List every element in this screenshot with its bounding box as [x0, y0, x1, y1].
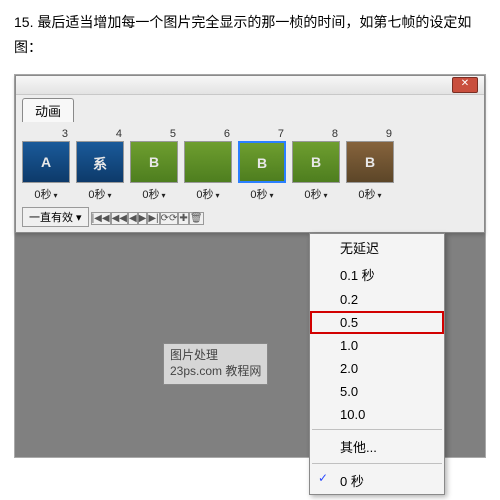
menu-separator — [312, 463, 442, 464]
thumb-letter: B — [240, 143, 284, 171]
menu-item[interactable]: 5.0 — [310, 380, 444, 403]
frame-number: 3 — [22, 128, 70, 140]
menu-item-label: 0.2 — [340, 292, 358, 307]
chevron-down-icon: ▾ — [270, 191, 274, 200]
check-icon: ✓ — [318, 471, 328, 485]
frame-6[interactable]: 6 0秒▾ — [184, 128, 232, 202]
control-button-7[interactable]: 🗑 — [189, 212, 204, 225]
chevron-down-icon: ▾ — [108, 191, 112, 200]
controls-bar: 一直有效 ▾ |◀◀◀◀◀▶▶|⟳⟳✚🗑 — [16, 204, 484, 232]
watermark: 图片处理 23ps.com 教程网 — [163, 343, 268, 384]
frame-delay[interactable]: 0秒▾ — [130, 186, 178, 202]
menu-item[interactable]: 0.1 秒 — [310, 261, 444, 288]
menu-item[interactable]: 无延迟 — [310, 234, 444, 261]
chevron-down-icon: ▾ — [54, 191, 58, 200]
thumb-letter: B — [293, 142, 339, 170]
menu-item[interactable]: 1.0 — [310, 334, 444, 357]
frame-delay[interactable]: 0秒▾ — [238, 186, 286, 202]
control-button-6[interactable]: ✚ — [178, 212, 188, 225]
menu-item[interactable]: 0.5 — [310, 311, 444, 334]
frame-thumbnail[interactable] — [184, 141, 232, 183]
frame-delay[interactable]: 0秒▾ — [184, 186, 232, 202]
frame-9[interactable]: 9 B 0秒▾ — [346, 128, 394, 202]
chevron-down-icon: ▾ — [324, 191, 328, 200]
frame-4[interactable]: 4 系 0秒▾ — [76, 128, 124, 202]
control-button-5[interactable]: ⟳⟳ — [160, 212, 179, 225]
chevron-down-icon: ▾ — [162, 191, 166, 200]
animation-panel: ✕ 动画 3A0秒▾4系0秒▾5B0秒▾60秒▾7B0秒▾8B0秒▾9B0秒▾ … — [15, 75, 485, 233]
tab-row: 动画 — [16, 95, 484, 122]
thumb-letter: 系 — [77, 142, 123, 174]
menu-item[interactable]: 10.0 — [310, 403, 444, 426]
control-button-4[interactable]: ▶| — [147, 212, 159, 225]
watermark-line2: 23ps.com 教程网 — [170, 364, 261, 378]
frame-thumbnail[interactable]: B — [238, 141, 286, 183]
thumb-letter: B — [131, 142, 177, 170]
close-button[interactable]: ✕ — [452, 77, 478, 93]
frame-thumbnail[interactable]: 系 — [76, 141, 124, 183]
frame-number: 8 — [292, 128, 340, 140]
menu-item-label: 5.0 — [340, 384, 358, 399]
frame-thumbnail[interactable]: B — [346, 141, 394, 183]
chevron-down-icon: ▾ — [378, 191, 382, 200]
control-button-3[interactable]: ▶ — [138, 212, 148, 225]
frame-7[interactable]: 7 B 0秒▾ — [238, 128, 286, 202]
loop-dropdown[interactable]: 一直有效 ▾ — [22, 207, 89, 227]
menu-item-label: 0.5 — [340, 315, 358, 330]
frame-delay[interactable]: 0秒▾ — [292, 186, 340, 202]
menu-item-label: 2.0 — [340, 361, 358, 376]
frame-delay[interactable]: 0秒▾ — [346, 186, 394, 202]
menu-item-label: 0.1 秒 — [340, 268, 375, 283]
frame-number: 4 — [76, 128, 124, 140]
chevron-down-icon: ▾ — [216, 191, 220, 200]
tab-animation[interactable]: 动画 — [22, 98, 74, 122]
frame-thumbnail[interactable]: B — [292, 141, 340, 183]
panel-titlebar[interactable]: ✕ — [16, 76, 484, 95]
menu-item[interactable]: 2.0 — [310, 357, 444, 380]
frame-strip: 3A0秒▾4系0秒▾5B0秒▾60秒▾7B0秒▾8B0秒▾9B0秒▾ — [16, 122, 484, 204]
delay-context-menu: 无延迟 0.1 秒 0.2 0.5 1.0 2.0 5.0 10.0 其他... ✓ 0 秒 — [309, 233, 445, 495]
menu-item[interactable]: ✓ 0 秒 — [310, 467, 444, 494]
watermark-line1: 图片处理 — [170, 348, 218, 362]
instruction-text: 15. 最后适当增加每一个图片完全显示的那一桢的时间，如第七帧的设定如图： — [0, 0, 500, 70]
frame-delay[interactable]: 0秒▾ — [22, 186, 70, 202]
frame-3[interactable]: 3 A 0秒▾ — [22, 128, 70, 202]
thumb-letter: B — [347, 142, 393, 170]
menu-item-label: 1.0 — [340, 338, 358, 353]
frame-number: 7 — [238, 128, 286, 140]
thumb-letter — [185, 142, 231, 154]
thumb-letter: A — [23, 142, 69, 170]
control-button-2[interactable]: ◀ — [128, 212, 138, 225]
menu-item-label: 其他... — [340, 440, 377, 455]
frame-8[interactable]: 8 B 0秒▾ — [292, 128, 340, 202]
frame-5[interactable]: 5 B 0秒▾ — [130, 128, 178, 202]
frame-number: 6 — [184, 128, 232, 140]
control-button-1[interactable]: ◀◀ — [111, 212, 128, 225]
menu-item-label: 无延迟 — [340, 241, 379, 256]
menu-item[interactable]: 其他... — [310, 433, 444, 460]
frame-thumbnail[interactable]: A — [22, 141, 70, 183]
workspace: ✕ 动画 3A0秒▾4系0秒▾5B0秒▾60秒▾7B0秒▾8B0秒▾9B0秒▾ … — [14, 74, 486, 458]
frame-delay[interactable]: 0秒▾ — [76, 186, 124, 202]
control-button-0[interactable]: |◀◀ — [91, 212, 111, 225]
menu-item-label: 0 秒 — [340, 474, 364, 489]
frame-number: 9 — [346, 128, 394, 140]
frame-number: 5 — [130, 128, 178, 140]
frame-thumbnail[interactable]: B — [130, 141, 178, 183]
menu-separator — [312, 429, 442, 430]
menu-item-label: 10.0 — [340, 407, 365, 422]
menu-item[interactable]: 0.2 — [310, 288, 444, 311]
